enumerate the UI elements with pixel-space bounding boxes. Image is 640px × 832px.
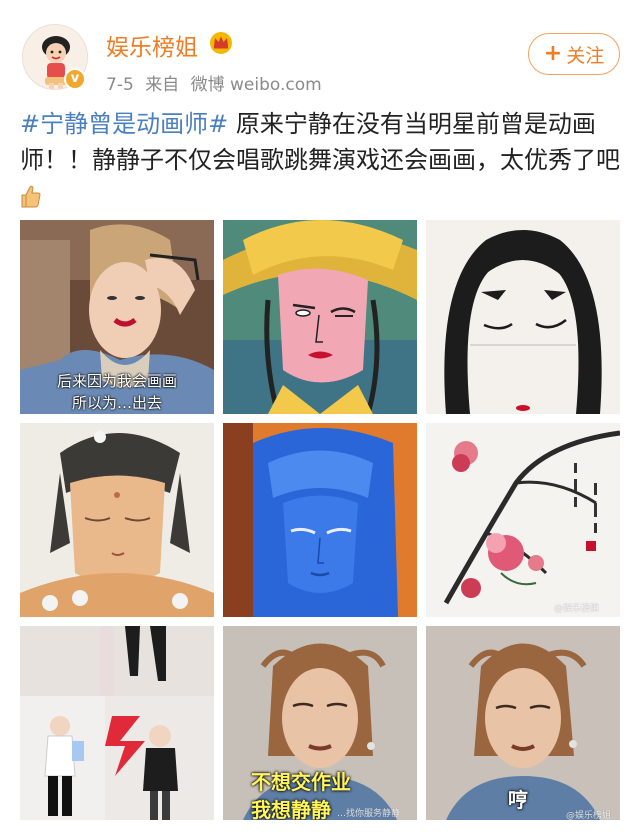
username[interactable]: 娱乐榜姐	[106, 28, 198, 62]
image-caption: 不想交作业	[251, 770, 351, 794]
post-header: v 娱乐榜姐 7-5 来自 微博 weibo.com + 关注	[0, 0, 640, 100]
image-watermark: @娱乐榜姐	[566, 811, 612, 820]
hashtag-link[interactable]: #宁静曾是动画师#	[20, 110, 228, 138]
image-caption: 后来因为我会画画	[56, 372, 177, 390]
grid-image-1[interactable]: 后来因为我会画画 所以为…出去	[20, 220, 214, 414]
image-caption: 所以为…出去	[71, 394, 162, 412]
crown-icon	[210, 32, 232, 54]
image-watermark: …找你服务静静	[337, 809, 401, 819]
post-date: 7-5	[106, 75, 134, 95]
grid-image-2[interactable]	[223, 220, 417, 414]
post-source[interactable]: 微博 weibo.com	[191, 75, 322, 95]
image-watermark: @娱乐榜姐	[554, 604, 600, 614]
grid-image-4[interactable]	[20, 423, 214, 617]
follow-button[interactable]: + 关注	[528, 33, 620, 75]
plus-icon: +	[543, 41, 563, 66]
grid-image-7[interactable]	[20, 626, 214, 820]
grid-image-5[interactable]	[223, 423, 417, 617]
image-caption: 我想静静	[251, 798, 331, 820]
verified-icon: v	[64, 68, 86, 90]
post-meta: 7-5 来自 微博 weibo.com	[106, 70, 328, 95]
grid-image-8[interactable]: 不想交作业 我想静静 …找你服务静静	[223, 626, 417, 820]
grid-image-3[interactable]	[426, 220, 620, 414]
follow-label: 关注	[566, 44, 605, 67]
grid-image-9[interactable]: 哼 @娱乐榜姐	[426, 626, 620, 820]
post-text: #宁静曾是动画师# 原来宁静在没有当明星前曾是动画师！！静静子不仅会唱歌跳舞演戏…	[20, 106, 620, 214]
thumbs-up-icon	[21, 185, 41, 208]
grid-image-6[interactable]: @娱乐榜姐	[426, 423, 620, 617]
image-caption: 哼	[508, 788, 528, 812]
source-prefix: 来自	[145, 75, 180, 95]
